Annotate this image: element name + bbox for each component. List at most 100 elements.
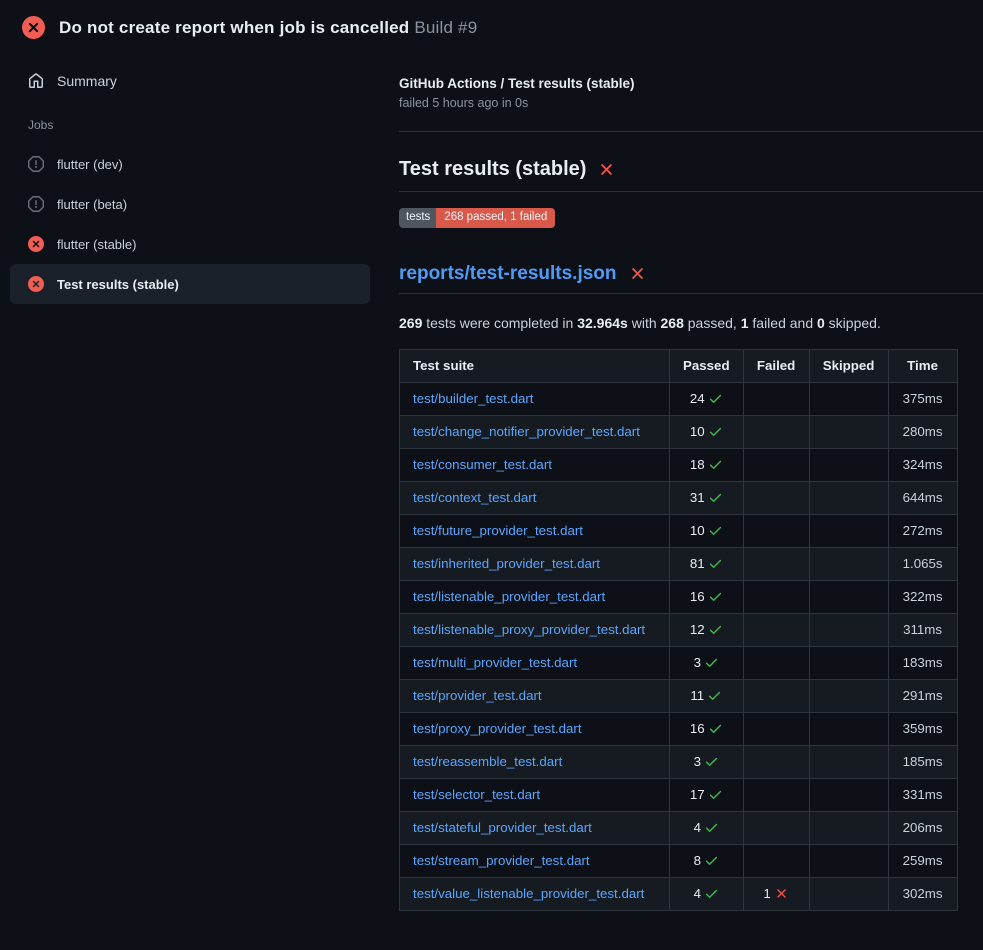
suite-link[interactable]: test/inherited_provider_test.dart [413,556,600,571]
passed-cell: 10 [670,514,744,547]
sidebar-item-flutter-stable[interactable]: flutter (stable) [10,224,370,264]
column-header-test-suite: Test suite [400,349,670,382]
check-icon [708,589,723,604]
column-header-passed: Passed [670,349,744,382]
failed-run-icon [22,16,45,39]
passed-count: 4 [694,886,701,901]
x-circle-fill-icon [28,236,44,252]
column-header-skipped: Skipped [809,349,888,382]
check-icon [708,490,723,505]
passed-cell: 11 [670,679,744,712]
time-cell: 1.065s [888,547,957,580]
job-label: flutter (dev) [57,157,123,172]
table-row: test/builder_test.dart 24 375ms [400,382,958,415]
passed-count: 12 [690,622,705,637]
check-icon [708,721,723,736]
jobs-section-label: Jobs [0,118,380,132]
check-icon [704,820,719,835]
suite-cell: test/multi_provider_test.dart [400,646,670,679]
suite-link[interactable]: test/context_test.dart [413,490,536,505]
failed-cell [743,844,809,877]
table-row: test/inherited_provider_test.dart 81 1.0… [400,547,958,580]
skipped-cell [809,844,888,877]
red-x-icon [628,264,647,283]
suite-link[interactable]: test/multi_provider_test.dart [413,655,577,670]
sidebar-item-flutter-beta[interactable]: flutter (beta) [10,184,370,224]
time-cell: 322ms [888,580,957,613]
skipped-cell [809,679,888,712]
failed-cell [743,811,809,844]
passed-cell: 4 [670,811,744,844]
passed-count: 24 [690,391,705,406]
suite-link[interactable]: test/provider_test.dart [413,688,542,703]
suite-link[interactable]: test/reassemble_test.dart [413,754,562,769]
suite-link[interactable]: test/future_provider_test.dart [413,523,583,538]
suite-link[interactable]: test/selector_test.dart [413,787,540,802]
suite-link[interactable]: test/change_notifier_provider_test.dart [413,424,640,439]
suite-cell: test/listenable_provider_test.dart [400,580,670,613]
job-label: flutter (beta) [57,197,127,212]
suite-link[interactable]: test/listenable_proxy_provider_test.dart [413,622,645,637]
check-icon [708,556,723,571]
suite-link[interactable]: test/stateful_provider_test.dart [413,820,592,835]
summary-text-part: skipped. [825,315,881,331]
passed-count: 16 [690,589,705,604]
badge-value: 268 passed, 1 failed [436,208,555,228]
failed-cell [743,514,809,547]
suite-link[interactable]: test/builder_test.dart [413,391,533,406]
summary-text-part: tests were completed in [422,315,577,331]
check-icon [708,787,723,802]
passed-cell: 10 [670,415,744,448]
run-status-text: failed 5 hours ago in 0s [399,96,983,110]
summary-number: 269 [399,315,422,331]
summary-text-part: failed and [749,315,818,331]
passed-cell: 81 [670,547,744,580]
suite-cell: test/context_test.dart [400,481,670,514]
suite-link[interactable]: test/stream_provider_test.dart [413,853,590,868]
column-header-time: Time [888,349,957,382]
suite-link[interactable]: test/consumer_test.dart [413,457,552,472]
passed-count: 18 [690,457,705,472]
passed-count: 4 [694,820,701,835]
table-row: test/stateful_provider_test.dart 4 206ms [400,811,958,844]
skipped-cell [809,382,888,415]
suite-link[interactable]: test/listenable_provider_test.dart [413,589,605,604]
sidebar-item-test-results-stable[interactable]: Test results (stable) [10,264,370,304]
breadcrumb: GitHub Actions / Test results (stable) [399,76,983,91]
passed-count: 11 [690,688,704,703]
time-cell: 324ms [888,448,957,481]
sidebar: Summary Jobs flutter (dev) flutter (beta… [0,49,380,304]
check-icon [708,523,723,538]
failed-x-icon [597,158,616,181]
passed-cell: 18 [670,448,744,481]
time-cell: 272ms [888,514,957,547]
report-file-link[interactable]: reports/test-results.json [399,263,617,285]
table-row: test/stream_provider_test.dart 8 259ms [400,844,958,877]
time-cell: 185ms [888,745,957,778]
table-row: test/value_listenable_provider_test.dart… [400,877,958,910]
time-cell: 291ms [888,679,957,712]
suite-link[interactable]: test/value_listenable_provider_test.dart [413,886,644,901]
x-icon [774,886,789,901]
red-x-icon [597,160,616,179]
skipped-cell [809,646,888,679]
passed-count: 16 [690,721,705,736]
table-row: test/listenable_proxy_provider_test.dart… [400,613,958,646]
failed-cell: 1 [743,877,809,910]
time-cell: 302ms [888,877,957,910]
table-row: test/selector_test.dart 17 331ms [400,778,958,811]
jobs-list: flutter (dev) flutter (beta) flutter (st… [0,144,380,304]
sidebar-item-summary[interactable]: Summary [0,65,380,96]
skipped-cell [809,811,888,844]
suite-cell: test/stateful_provider_test.dart [400,811,670,844]
check-icon [708,457,723,472]
failed-cell [743,547,809,580]
sidebar-item-flutter-dev[interactable]: flutter (dev) [10,144,370,184]
suite-cell: test/inherited_provider_test.dart [400,547,670,580]
skipped-cell [809,448,888,481]
time-cell: 183ms [888,646,957,679]
suite-cell: test/consumer_test.dart [400,448,670,481]
suite-cell: test/reassemble_test.dart [400,745,670,778]
suite-link[interactable]: test/proxy_provider_test.dart [413,721,582,736]
summary-number: 268 [661,315,684,331]
